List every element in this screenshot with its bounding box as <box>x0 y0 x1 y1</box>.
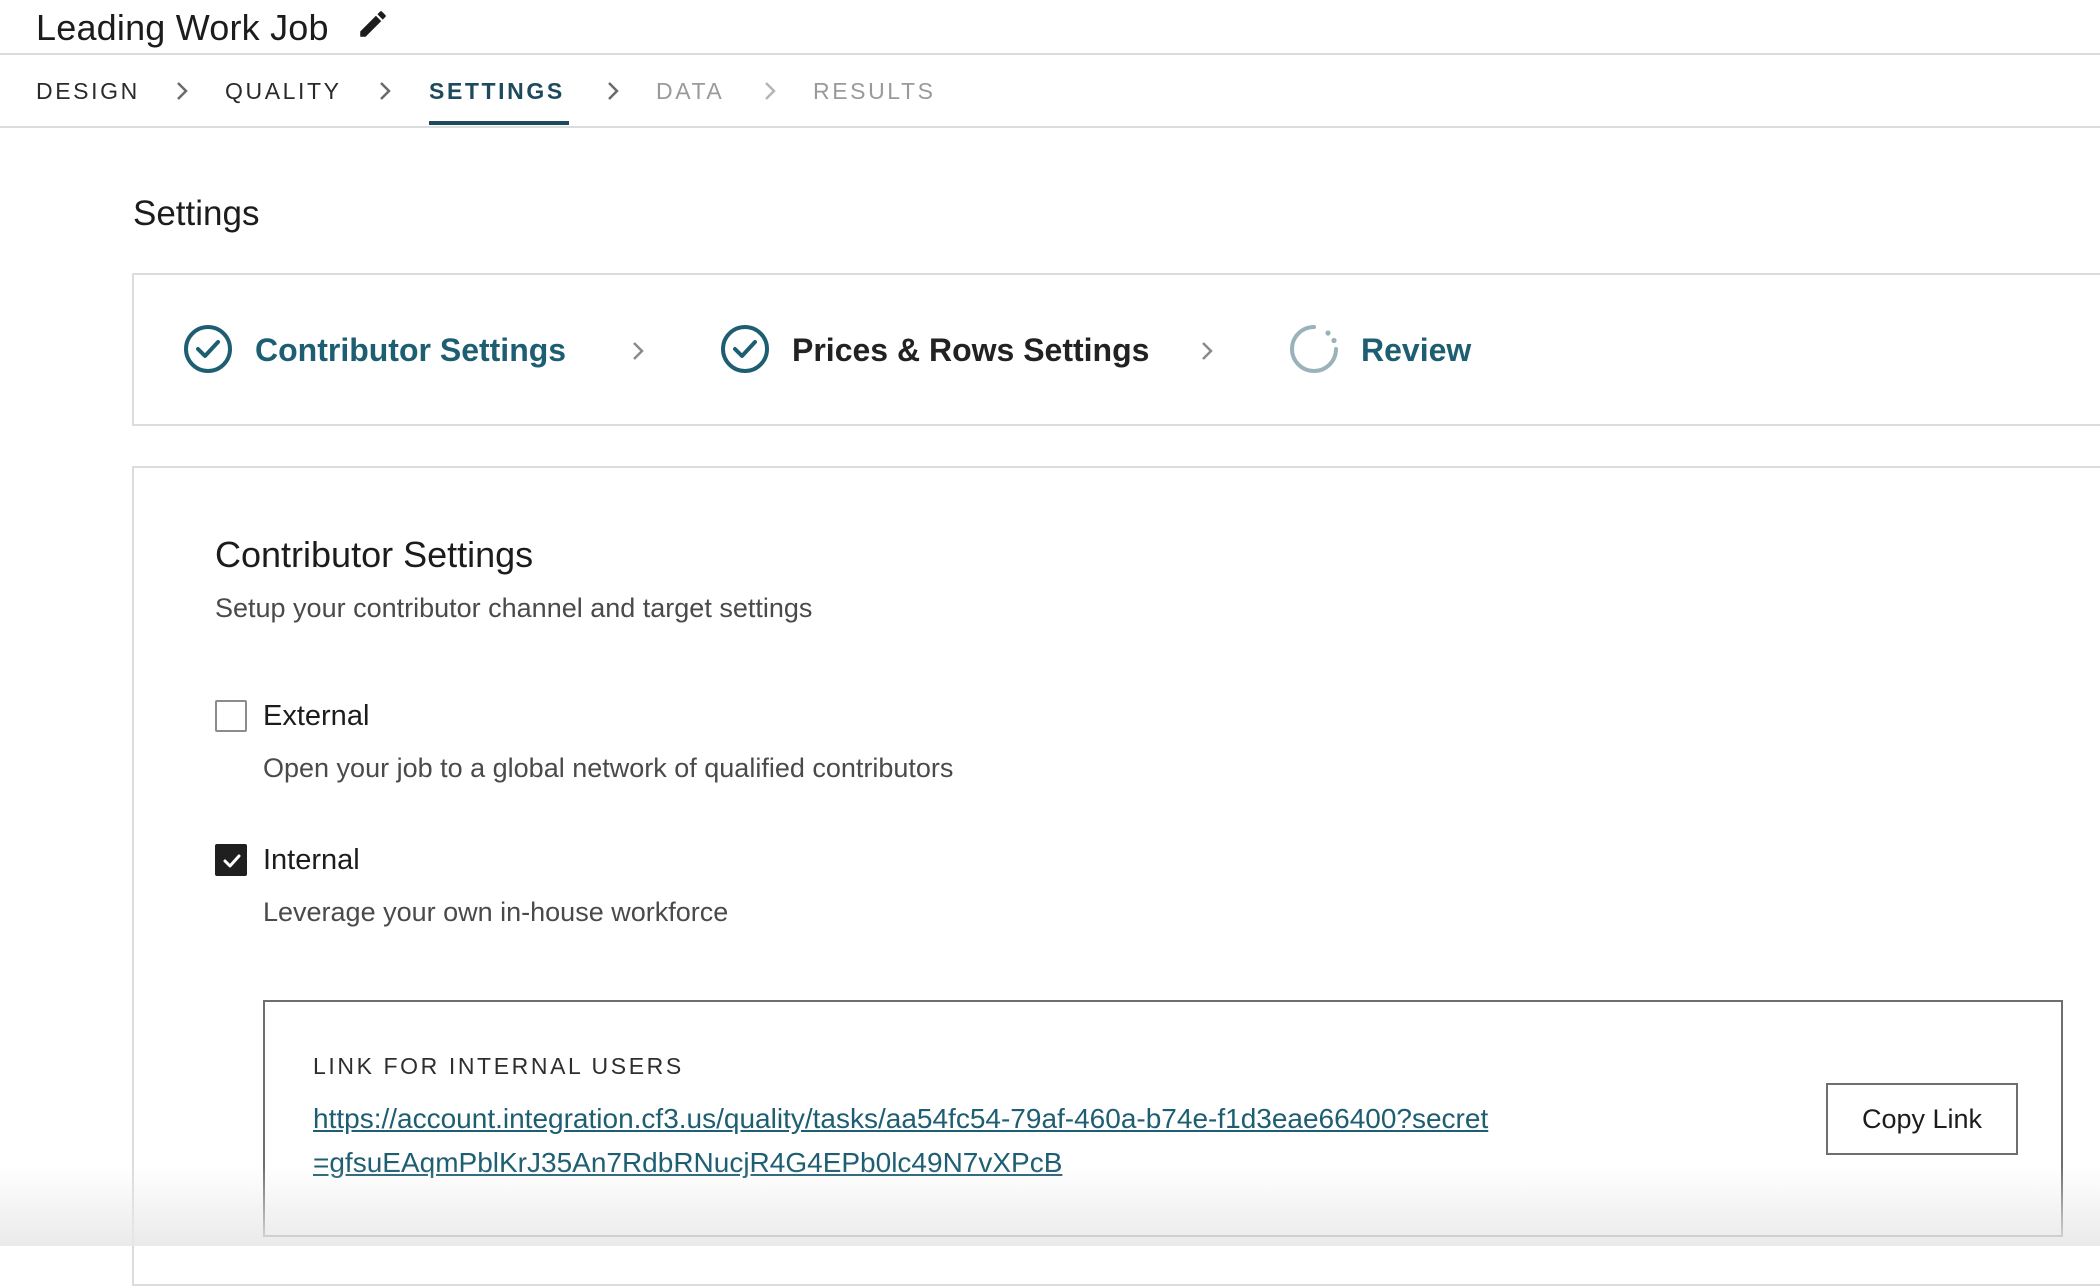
external-description: Open your job to a global network of qua… <box>263 753 954 783</box>
page-title: Settings <box>133 194 260 233</box>
job-header: Leading Work Job <box>0 0 2100 55</box>
section-title: Contributor Settings <box>215 534 534 575</box>
chevron-right-icon <box>1202 342 1213 360</box>
chevron-right-icon <box>380 82 391 100</box>
tab-settings-label: SETTINGS <box>429 78 565 104</box>
tab-quality[interactable]: QUALITY <box>225 77 342 105</box>
step-prices-rows-settings[interactable]: Prices & Rows Settings <box>792 330 1149 370</box>
tab-results: RESULTS <box>813 78 936 104</box>
internal-link-url[interactable]: https://account.integration.cf3.us/quali… <box>313 1097 1493 1185</box>
tab-design[interactable]: DESIGN <box>36 77 140 105</box>
spinner-icon <box>1290 325 1338 373</box>
external-checkbox[interactable] <box>215 700 247 732</box>
internal-description: Leverage your own in-house workforce <box>263 897 729 927</box>
tab-settings[interactable]: SETTINGS <box>429 77 569 125</box>
settings-stepper: Contributor Settings Prices & Rows Setti… <box>132 273 2100 426</box>
pipeline-nav: DESIGN QUALITY SETTINGS DATA RESULTS <box>0 55 2100 128</box>
step-review[interactable]: Review <box>1361 330 1471 370</box>
chevron-right-icon <box>633 342 644 360</box>
check-circle-icon <box>184 325 232 373</box>
chevron-right-icon <box>608 82 619 100</box>
checkmark-icon <box>223 854 241 868</box>
pencil-icon[interactable] <box>356 7 390 41</box>
internal-label[interactable]: Internal <box>263 843 360 877</box>
internal-link-heading: LINK FOR INTERNAL USERS <box>313 1053 684 1079</box>
internal-link-box: LINK FOR INTERNAL USERS https://account.… <box>263 1000 2063 1237</box>
chevron-right-icon <box>765 82 776 100</box>
internal-checkbox[interactable] <box>215 844 247 876</box>
copy-link-button[interactable]: Copy Link <box>1826 1083 2018 1155</box>
job-title: Leading Work Job <box>36 7 329 48</box>
step-contributor-settings[interactable]: Contributor Settings <box>255 330 566 370</box>
tab-data: DATA <box>656 78 725 104</box>
external-label[interactable]: External <box>263 699 369 733</box>
chevron-right-icon <box>177 82 188 100</box>
section-subtitle: Setup your contributor channel and targe… <box>215 593 813 623</box>
check-circle-icon <box>721 325 769 373</box>
active-tab-indicator <box>429 121 569 125</box>
contributor-settings-card: Contributor Settings Setup your contribu… <box>132 466 2100 1286</box>
